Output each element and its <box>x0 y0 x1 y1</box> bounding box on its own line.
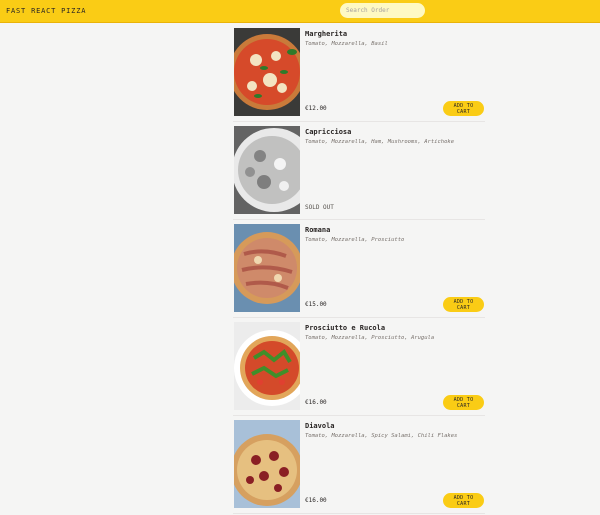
search-order-input[interactable] <box>340 3 425 18</box>
add-to-cart-button[interactable]: ADD TO CART <box>443 493 484 508</box>
add-to-cart-button[interactable]: ADD TO CART <box>443 297 484 312</box>
pizza-price: €12.00 <box>305 105 327 112</box>
pizza-image-capricciosa <box>234 126 300 214</box>
pizza-name: Capricciosa <box>305 128 352 136</box>
pizza-image-margherita <box>234 28 300 116</box>
menu-item-romana: Romana Tomato, Mozzarella, Prosciutto €1… <box>233 221 485 318</box>
pizza-price: €15.00 <box>305 301 327 308</box>
add-to-cart-button[interactable]: ADD TO CART <box>443 395 484 410</box>
menu-item-margherita: Margherita Tomato, Mozzarella, Basil €12… <box>233 25 485 122</box>
menu-item-diavola: Diavola Tomato, Mozzarella, Spicy Salami… <box>233 417 485 514</box>
app-header: FAST REACT PIZZA <box>0 0 600 23</box>
pizza-ingredients: Tomato, Mozzarella, Prosciutto <box>305 237 405 243</box>
pizza-ingredients: Tomato, Mozzarella, Prosciutto, Arugula <box>305 335 435 341</box>
pizza-name: Romana <box>305 226 331 234</box>
app-logo[interactable]: FAST REACT PIZZA <box>6 7 86 15</box>
pizza-image-romana <box>234 224 300 312</box>
sold-out-label: SOLD OUT <box>305 204 334 211</box>
pizza-name: Margherita <box>305 30 348 38</box>
pizza-ingredients: Tomato, Mozzarella, Basil <box>305 41 388 47</box>
menu-item-prosciutto-e-rucola: Prosciutto e Rucola Tomato, Mozzarella, … <box>233 319 485 416</box>
pizza-menu-list: Margherita Tomato, Mozzarella, Basil €12… <box>233 25 485 515</box>
pizza-image-prosciutto-e-rucola <box>234 322 300 410</box>
pizza-ingredients: Tomato, Mozzarella, Ham, Mushrooms, Arti… <box>305 139 455 145</box>
pizza-price: €16.00 <box>305 497 327 504</box>
pizza-ingredients: Tomato, Mozzarella, Spicy Salami, Chili … <box>305 433 458 439</box>
add-to-cart-button[interactable]: ADD TO CART <box>443 101 484 116</box>
pizza-image-diavola <box>234 420 300 508</box>
menu-item-capricciosa: Capricciosa Tomato, Mozzarella, Ham, Mus… <box>233 123 485 220</box>
pizza-name: Prosciutto e Rucola <box>305 324 386 332</box>
pizza-price: €16.00 <box>305 399 327 406</box>
pizza-name: Diavola <box>305 422 335 430</box>
